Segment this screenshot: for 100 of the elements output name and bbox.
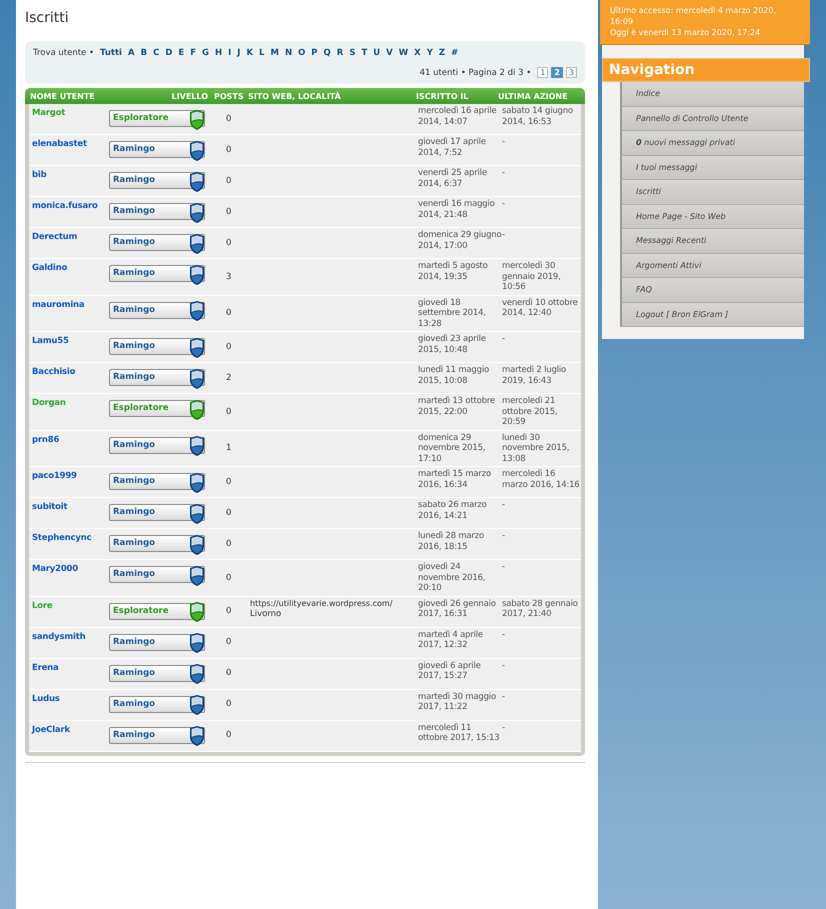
nav-link[interactable]: 0 nuovi messaggi privati [620,131,804,156]
nav-link[interactable]: FAQ [620,278,804,302]
post-count: 0 [225,572,232,583]
rank-badge: Ramingo [109,203,205,220]
username-link[interactable]: Ludus [32,694,109,704]
navigation-title: Navigation [602,58,810,82]
letter-link[interactable]: J [237,48,240,58]
shield-icon [189,602,205,622]
page-link[interactable]: 3 [566,67,577,78]
letter-link[interactable]: A [128,48,135,58]
shield-icon [189,368,205,388]
username-link[interactable]: Lamu55 [32,336,109,346]
pagination-summary: 41 utenti • Pagina 2 di 3 • [420,68,532,78]
post-count: 0 [225,114,232,124]
letter-link[interactable]: F [190,48,196,58]
username-link[interactable]: prn86 [32,434,109,445]
username-link[interactable]: Stephencync [32,533,109,544]
letter-link[interactable]: Y [426,48,433,58]
username-link[interactable]: bib [32,170,109,180]
website-link[interactable]: https://utilityevarie.wordpress.com/ [250,598,418,609]
shield-icon [189,110,205,130]
letter-link[interactable]: M [270,48,279,58]
letter-link[interactable]: B [140,48,148,58]
letter-link[interactable]: U [373,48,380,58]
letter-link[interactable]: C [153,48,160,58]
username-link[interactable]: Mary2000 [32,564,109,574]
shield-icon [189,534,205,554]
rank-badge: Ramingo [109,696,205,712]
post-count: 0 [225,308,232,318]
joined-date: lunedì 28 marzo 2016, 18:15 [418,531,485,552]
letter-link[interactable]: R [336,48,344,58]
letter-link[interactable]: H [214,48,222,58]
letter-link[interactable]: G [202,48,209,58]
username-link[interactable]: elenabastet [32,139,109,150]
letter-link[interactable]: W [398,48,408,58]
letter-link[interactable]: Tutti [100,48,122,58]
joined-date: giovedì 26 gennaio 2017, 16:31 [418,598,497,620]
page-link[interactable]: 2 [551,67,563,78]
page-link[interactable]: 1 [537,67,548,78]
username-link[interactable]: monica.fusaro [32,201,109,212]
nav-link[interactable]: I tuoi messaggi [620,156,804,180]
nav-link[interactable]: Indice [620,82,804,106]
nav-link[interactable]: Iscritti [620,180,804,204]
username-link[interactable]: Erena [32,662,109,673]
letter-link[interactable]: X [414,48,421,58]
post-count: 0 [225,342,232,352]
rank-badge: Ramingo [109,535,205,552]
nav-link[interactable]: Logout [ Bron ElGram ] [620,302,804,327]
username-link[interactable]: subitoit [32,502,109,512]
last-action: - [502,334,506,344]
joined-date: martedì 15 marzo 2016, 16:34 [418,469,492,490]
joined-date: mercoledì 16 aprile 2014, 14:07 [418,106,498,127]
letter-link[interactable]: Q [324,48,331,58]
finder-label: Trova utente • [33,48,94,58]
letter-link[interactable]: K [246,48,254,58]
post-count: 0 [225,238,232,248]
username-link[interactable]: paco1999 [32,471,109,482]
last-action: - [502,562,506,572]
joined-date: giovedì 18 settembre 2014, 13:28 [418,298,487,329]
rank-badge: Ramingo [109,566,205,583]
nav-link[interactable]: Argomenti Attivi [620,254,804,278]
letter-link[interactable]: L [259,48,264,58]
shield-icon [189,234,205,254]
letter-link[interactable]: N [284,48,292,58]
nav-link[interactable]: Home Page - Sito Web [620,204,804,229]
letter-link[interactable]: # [451,48,458,58]
post-count: 3 [225,272,232,282]
shield-icon [189,264,205,284]
nav-link[interactable]: Pannello di Controllo Utente [620,106,804,131]
location-text: Livorno [250,609,282,620]
username-link[interactable]: sandysmith [32,632,109,642]
rank-badge: Ramingo [109,436,205,454]
letter-link[interactable]: T [361,48,368,58]
last-action: sabato 28 gennaio 2017, 21:40 [502,598,579,620]
letter-link[interactable]: I [228,48,232,58]
last-action: mercoledì 21 ottobre 2015, 20:59 [502,396,558,428]
letter-link[interactable]: O [298,48,306,58]
joined-date: martedì 30 maggio 2017, 11:22 [418,692,497,712]
rank-badge: Esploratore [109,400,205,417]
letter-link[interactable]: E [178,48,184,58]
letter-link[interactable]: Z [438,48,446,58]
username-link[interactable]: Galdino [32,263,109,274]
last-action: sabato 14 giugno 2014, 16:53 [502,106,574,127]
username-link[interactable]: Bacchisio [32,367,109,378]
joined-date: giovedì 24 novembre 2016, 20:10 [418,562,486,594]
post-count: 0 [225,144,232,156]
letter-link[interactable]: V [386,48,393,58]
post-count: 0 [225,406,232,417]
username-link[interactable]: mauromina [32,300,109,310]
rank-badge: Ramingo [109,141,205,158]
joined-date: martedì 4 aprile 2017, 12:32 [418,630,484,650]
letter-link[interactable]: S [349,48,356,58]
nav-link[interactable]: Messaggi Recenti [620,229,804,254]
last-action: - [502,137,506,148]
joined-date: sabato 26 marzo 2016, 14:21 [418,500,488,521]
letter-link[interactable]: D [165,48,172,58]
last-action: - [502,500,506,510]
username-link[interactable]: JoeClark [32,724,109,735]
username-link[interactable]: Derectum [32,232,109,242]
letter-link[interactable]: P [311,48,318,58]
